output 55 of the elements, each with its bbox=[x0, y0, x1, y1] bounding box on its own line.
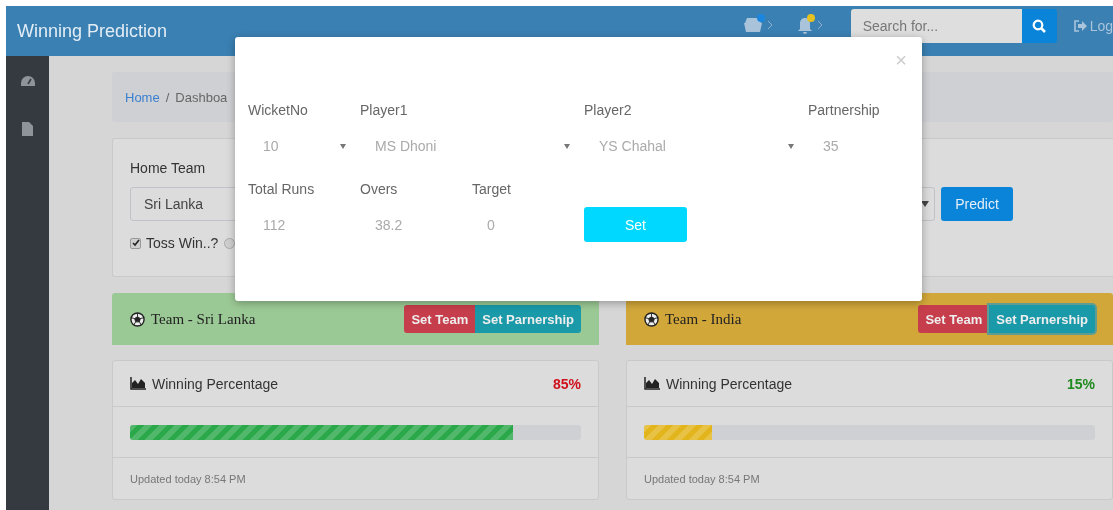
set-partnership-button[interactable]: Set Parnership bbox=[989, 305, 1095, 333]
set-partnership-button[interactable]: Set Parnership bbox=[475, 305, 581, 333]
dashboard-icon[interactable] bbox=[20, 76, 35, 87]
percentage-value: 15% bbox=[1066, 375, 1095, 392]
close-button[interactable]: × bbox=[895, 49, 907, 72]
predict-button[interactable]: Predict bbox=[941, 187, 1013, 221]
area-chart-icon bbox=[130, 377, 146, 390]
sign-out-icon bbox=[1073, 20, 1087, 32]
input-field[interactable]: 0 bbox=[472, 207, 584, 243]
search-icon bbox=[1032, 19, 1047, 33]
area-chart-icon bbox=[644, 377, 660, 390]
chevron-icon[interactable] bbox=[816, 20, 823, 30]
set-team-button[interactable]: Set Team bbox=[918, 305, 990, 333]
input-field[interactable]: 112 bbox=[248, 207, 360, 243]
caret-icon bbox=[788, 143, 794, 149]
toss-checkbox[interactable] bbox=[130, 237, 141, 249]
caret-icon bbox=[921, 201, 929, 207]
team-title: Team - Sri Lanka bbox=[151, 310, 257, 328]
card-title: Winning Percentage bbox=[666, 375, 794, 392]
field-label: Overs bbox=[360, 180, 399, 199]
field-label: Target bbox=[472, 180, 512, 199]
updated-time: Updated today 8:54 PM bbox=[643, 471, 761, 487]
field-label: WicketNo bbox=[248, 101, 309, 120]
breadcrumb-separator: / bbox=[165, 89, 170, 105]
field-label: Total Runs bbox=[248, 180, 316, 199]
field-label: Player2 bbox=[584, 101, 633, 120]
set-button[interactable]: Set bbox=[584, 207, 687, 242]
search-field[interactable]: Search for... bbox=[850, 9, 1022, 43]
soccer-ball-icon bbox=[644, 311, 659, 327]
inbox-icon[interactable] bbox=[742, 17, 763, 33]
percentage-value: 85% bbox=[552, 375, 581, 392]
caret-icon bbox=[564, 143, 570, 149]
search-button[interactable] bbox=[1021, 9, 1057, 43]
select-field[interactable]: 10 bbox=[248, 128, 360, 164]
input-field[interactable]: 38.2 bbox=[360, 207, 472, 243]
select-field[interactable]: YS Chahal bbox=[584, 128, 808, 164]
team-title: Team - India bbox=[665, 310, 743, 328]
chevron-icon[interactable] bbox=[766, 20, 773, 30]
breadcrumb-current: Dashboa bbox=[175, 89, 228, 105]
select-field[interactable]: MS Dhoni bbox=[360, 128, 584, 164]
toss-label: Toss Win..? bbox=[146, 234, 219, 252]
field-label: Partnership bbox=[808, 101, 881, 120]
updated-time: Updated today 8:54 PM bbox=[129, 471, 247, 487]
bell-icon[interactable] bbox=[796, 16, 813, 34]
card-title: Winning Percentage bbox=[152, 375, 280, 392]
soccer-ball-icon bbox=[130, 311, 145, 327]
set-team-button[interactable]: Set Team bbox=[404, 305, 476, 333]
breadcrumb-link[interactable]: Home bbox=[125, 89, 160, 105]
field-label: Player1 bbox=[360, 101, 409, 120]
input-field[interactable]: 35 bbox=[808, 128, 920, 164]
file-icon[interactable] bbox=[22, 122, 33, 136]
app-title: Winning Prediction bbox=[17, 20, 168, 42]
caret-icon bbox=[340, 143, 346, 149]
field-label: Home Team bbox=[130, 159, 207, 178]
logout-link[interactable]: Log bbox=[1073, 18, 1113, 34]
